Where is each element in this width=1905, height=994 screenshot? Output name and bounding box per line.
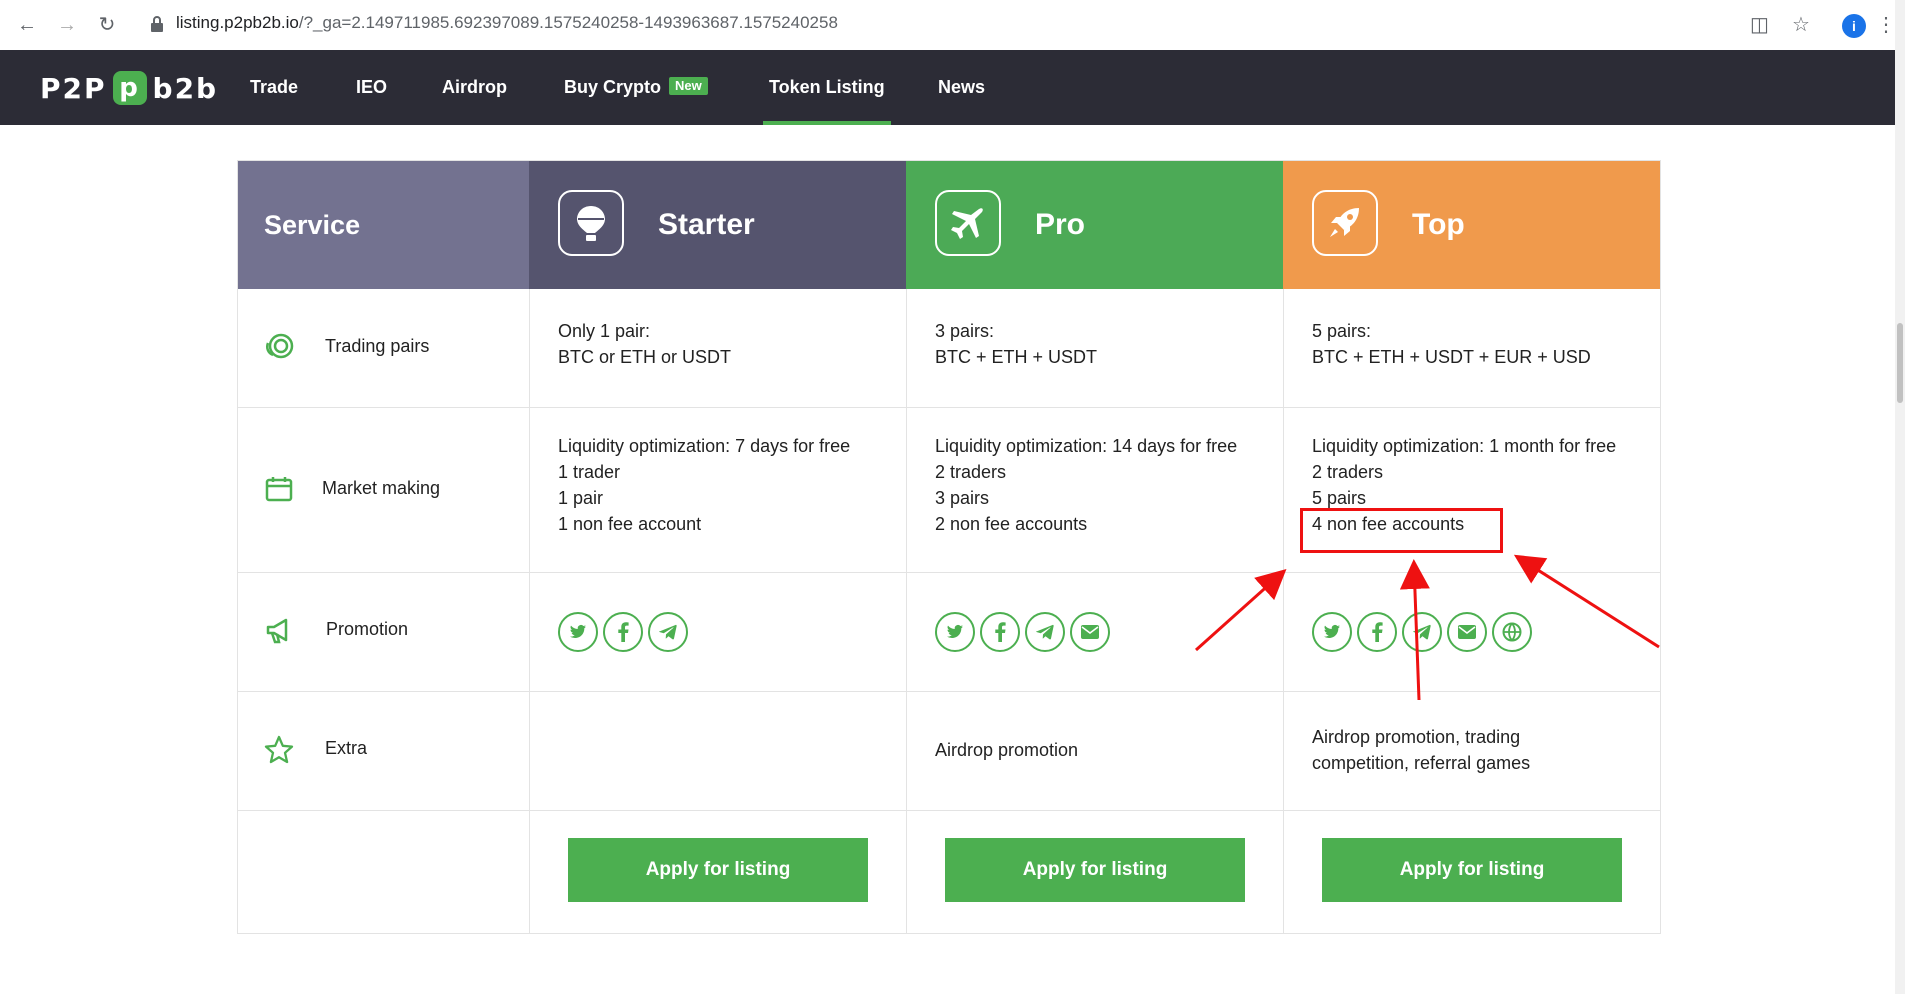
annotation-arrows [1194,554,1660,701]
annotation-arrow [1513,554,1660,649]
scrollbar-thumb[interactable] [1897,323,1903,403]
annotation-arrow [1194,568,1287,652]
page-scrollbar[interactable] [1895,0,1905,994]
annotation-arrow [1399,559,1430,701]
